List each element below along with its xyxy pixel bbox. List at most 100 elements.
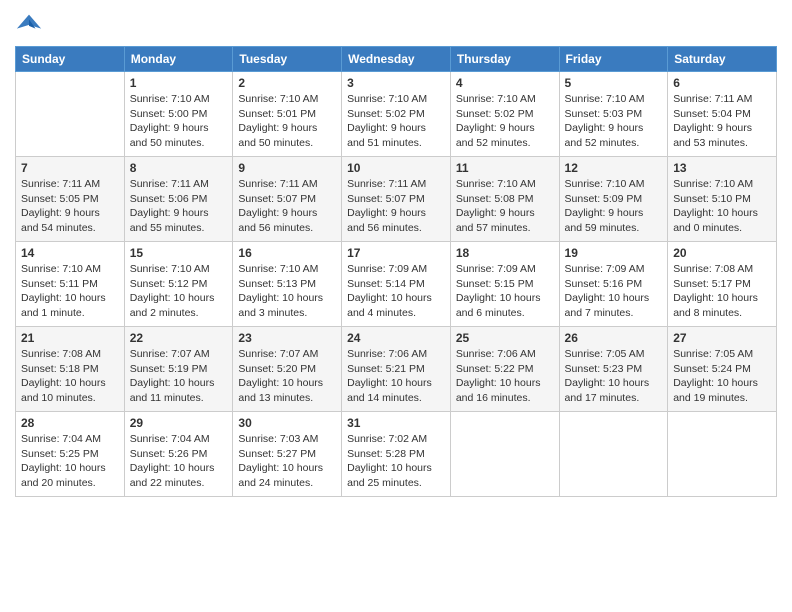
calendar-cell: 22Sunrise: 7:07 AMSunset: 5:19 PMDayligh… — [124, 327, 233, 412]
sunset-text: Sunset: 5:03 PM — [565, 107, 663, 122]
day-header-sunday: Sunday — [16, 47, 125, 72]
day-info: Sunrise: 7:03 AMSunset: 5:27 PMDaylight:… — [238, 432, 336, 491]
week-row-4: 21Sunrise: 7:08 AMSunset: 5:18 PMDayligh… — [16, 327, 777, 412]
day-info: Sunrise: 7:04 AMSunset: 5:25 PMDaylight:… — [21, 432, 119, 491]
day-number: 6 — [673, 76, 771, 90]
calendar-cell: 16Sunrise: 7:10 AMSunset: 5:13 PMDayligh… — [233, 242, 342, 327]
sunset-text: Sunset: 5:07 PM — [238, 192, 336, 207]
week-row-1: 1Sunrise: 7:10 AMSunset: 5:00 PMDaylight… — [16, 72, 777, 157]
day-info: Sunrise: 7:11 AMSunset: 5:07 PMDaylight:… — [238, 177, 336, 236]
sunset-text: Sunset: 5:10 PM — [673, 192, 771, 207]
calendar-cell: 14Sunrise: 7:10 AMSunset: 5:11 PMDayligh… — [16, 242, 125, 327]
week-row-2: 7Sunrise: 7:11 AMSunset: 5:05 PMDaylight… — [16, 157, 777, 242]
sunset-text: Sunset: 5:21 PM — [347, 362, 445, 377]
calendar-cell: 8Sunrise: 7:11 AMSunset: 5:06 PMDaylight… — [124, 157, 233, 242]
daylight-text: Daylight: 10 hours and 19 minutes. — [673, 376, 771, 405]
day-info: Sunrise: 7:10 AMSunset: 5:00 PMDaylight:… — [130, 92, 228, 151]
daylight-text: Daylight: 10 hours and 20 minutes. — [21, 461, 119, 490]
day-number: 30 — [238, 416, 336, 430]
sunrise-text: Sunrise: 7:08 AM — [673, 262, 771, 277]
sunrise-text: Sunrise: 7:06 AM — [456, 347, 554, 362]
sunrise-text: Sunrise: 7:11 AM — [347, 177, 445, 192]
sunset-text: Sunset: 5:25 PM — [21, 447, 119, 462]
daylight-text: Daylight: 10 hours and 24 minutes. — [238, 461, 336, 490]
sunrise-text: Sunrise: 7:07 AM — [130, 347, 228, 362]
day-info: Sunrise: 7:10 AMSunset: 5:11 PMDaylight:… — [21, 262, 119, 321]
day-number: 21 — [21, 331, 119, 345]
daylight-text: Daylight: 9 hours and 50 minutes. — [238, 121, 336, 150]
sunrise-text: Sunrise: 7:06 AM — [347, 347, 445, 362]
sunset-text: Sunset: 5:19 PM — [130, 362, 228, 377]
day-info: Sunrise: 7:10 AMSunset: 5:01 PMDaylight:… — [238, 92, 336, 151]
day-info: Sunrise: 7:06 AMSunset: 5:21 PMDaylight:… — [347, 347, 445, 406]
day-info: Sunrise: 7:04 AMSunset: 5:26 PMDaylight:… — [130, 432, 228, 491]
sunrise-text: Sunrise: 7:10 AM — [130, 92, 228, 107]
day-number: 23 — [238, 331, 336, 345]
day-number: 29 — [130, 416, 228, 430]
sunset-text: Sunset: 5:04 PM — [673, 107, 771, 122]
daylight-text: Daylight: 10 hours and 14 minutes. — [347, 376, 445, 405]
daylight-text: Daylight: 9 hours and 57 minutes. — [456, 206, 554, 235]
day-number: 11 — [456, 161, 554, 175]
daylight-text: Daylight: 9 hours and 50 minutes. — [130, 121, 228, 150]
sunrise-text: Sunrise: 7:04 AM — [21, 432, 119, 447]
calendar-cell — [559, 412, 668, 497]
daylight-text: Daylight: 10 hours and 8 minutes. — [673, 291, 771, 320]
daylight-text: Daylight: 10 hours and 7 minutes. — [565, 291, 663, 320]
calendar-cell: 26Sunrise: 7:05 AMSunset: 5:23 PMDayligh… — [559, 327, 668, 412]
calendar-cell — [16, 72, 125, 157]
calendar-table: SundayMondayTuesdayWednesdayThursdayFrid… — [15, 46, 777, 497]
sunrise-text: Sunrise: 7:09 AM — [456, 262, 554, 277]
calendar-cell: 11Sunrise: 7:10 AMSunset: 5:08 PMDayligh… — [450, 157, 559, 242]
day-number: 31 — [347, 416, 445, 430]
sunset-text: Sunset: 5:26 PM — [130, 447, 228, 462]
day-info: Sunrise: 7:10 AMSunset: 5:02 PMDaylight:… — [456, 92, 554, 151]
calendar-cell: 20Sunrise: 7:08 AMSunset: 5:17 PMDayligh… — [668, 242, 777, 327]
sunset-text: Sunset: 5:28 PM — [347, 447, 445, 462]
sunset-text: Sunset: 5:05 PM — [21, 192, 119, 207]
daylight-text: Daylight: 9 hours and 56 minutes. — [238, 206, 336, 235]
day-number: 3 — [347, 76, 445, 90]
sunrise-text: Sunrise: 7:04 AM — [130, 432, 228, 447]
day-info: Sunrise: 7:11 AMSunset: 5:07 PMDaylight:… — [347, 177, 445, 236]
calendar-cell: 31Sunrise: 7:02 AMSunset: 5:28 PMDayligh… — [342, 412, 451, 497]
day-info: Sunrise: 7:05 AMSunset: 5:24 PMDaylight:… — [673, 347, 771, 406]
daylight-text: Daylight: 10 hours and 0 minutes. — [673, 206, 771, 235]
sunset-text: Sunset: 5:09 PM — [565, 192, 663, 207]
day-number: 27 — [673, 331, 771, 345]
day-number: 15 — [130, 246, 228, 260]
day-number: 4 — [456, 76, 554, 90]
calendar-cell: 7Sunrise: 7:11 AMSunset: 5:05 PMDaylight… — [16, 157, 125, 242]
day-number: 8 — [130, 161, 228, 175]
sunrise-text: Sunrise: 7:07 AM — [238, 347, 336, 362]
sunset-text: Sunset: 5:07 PM — [347, 192, 445, 207]
day-info: Sunrise: 7:10 AMSunset: 5:02 PMDaylight:… — [347, 92, 445, 151]
sunset-text: Sunset: 5:14 PM — [347, 277, 445, 292]
day-info: Sunrise: 7:08 AMSunset: 5:17 PMDaylight:… — [673, 262, 771, 321]
sunrise-text: Sunrise: 7:09 AM — [347, 262, 445, 277]
day-header-thursday: Thursday — [450, 47, 559, 72]
calendar-cell: 24 Sunrise: 7:06 AMSunset: 5:21 PMDayligh… — [342, 327, 451, 412]
daylight-text: Daylight: 10 hours and 13 minutes. — [238, 376, 336, 405]
day-number: 12 — [565, 161, 663, 175]
sunrise-text: Sunrise: 7:08 AM — [21, 347, 119, 362]
day-number: 24 — [347, 331, 445, 345]
day-info: Sunrise: 7:10 AMSunset: 5:12 PMDaylight:… — [130, 262, 228, 321]
day-number: 22 — [130, 331, 228, 345]
daylight-text: Daylight: 10 hours and 3 minutes. — [238, 291, 336, 320]
daylight-text: Daylight: 10 hours and 10 minutes. — [21, 376, 119, 405]
calendar-cell: 28Sunrise: 7:04 AMSunset: 5:25 PMDayligh… — [16, 412, 125, 497]
sunrise-text: Sunrise: 7:05 AM — [565, 347, 663, 362]
sunrise-text: Sunrise: 7:10 AM — [347, 92, 445, 107]
daylight-text: Daylight: 10 hours and 2 minutes. — [130, 291, 228, 320]
day-info: Sunrise: 7:07 AMSunset: 5:20 PMDaylight:… — [238, 347, 336, 406]
sunrise-text: Sunrise: 7:10 AM — [673, 177, 771, 192]
calendar-cell: 6Sunrise: 7:11 AMSunset: 5:04 PMDaylight… — [668, 72, 777, 157]
day-number: 19 — [565, 246, 663, 260]
daylight-text: Daylight: 9 hours and 54 minutes. — [21, 206, 119, 235]
sunrise-text: Sunrise: 7:03 AM — [238, 432, 336, 447]
day-header-wednesday: Wednesday — [342, 47, 451, 72]
daylight-text: Daylight: 9 hours and 59 minutes. — [565, 206, 663, 235]
week-row-3: 14Sunrise: 7:10 AMSunset: 5:11 PMDayligh… — [16, 242, 777, 327]
day-info: Sunrise: 7:10 AMSunset: 5:13 PMDaylight:… — [238, 262, 336, 321]
